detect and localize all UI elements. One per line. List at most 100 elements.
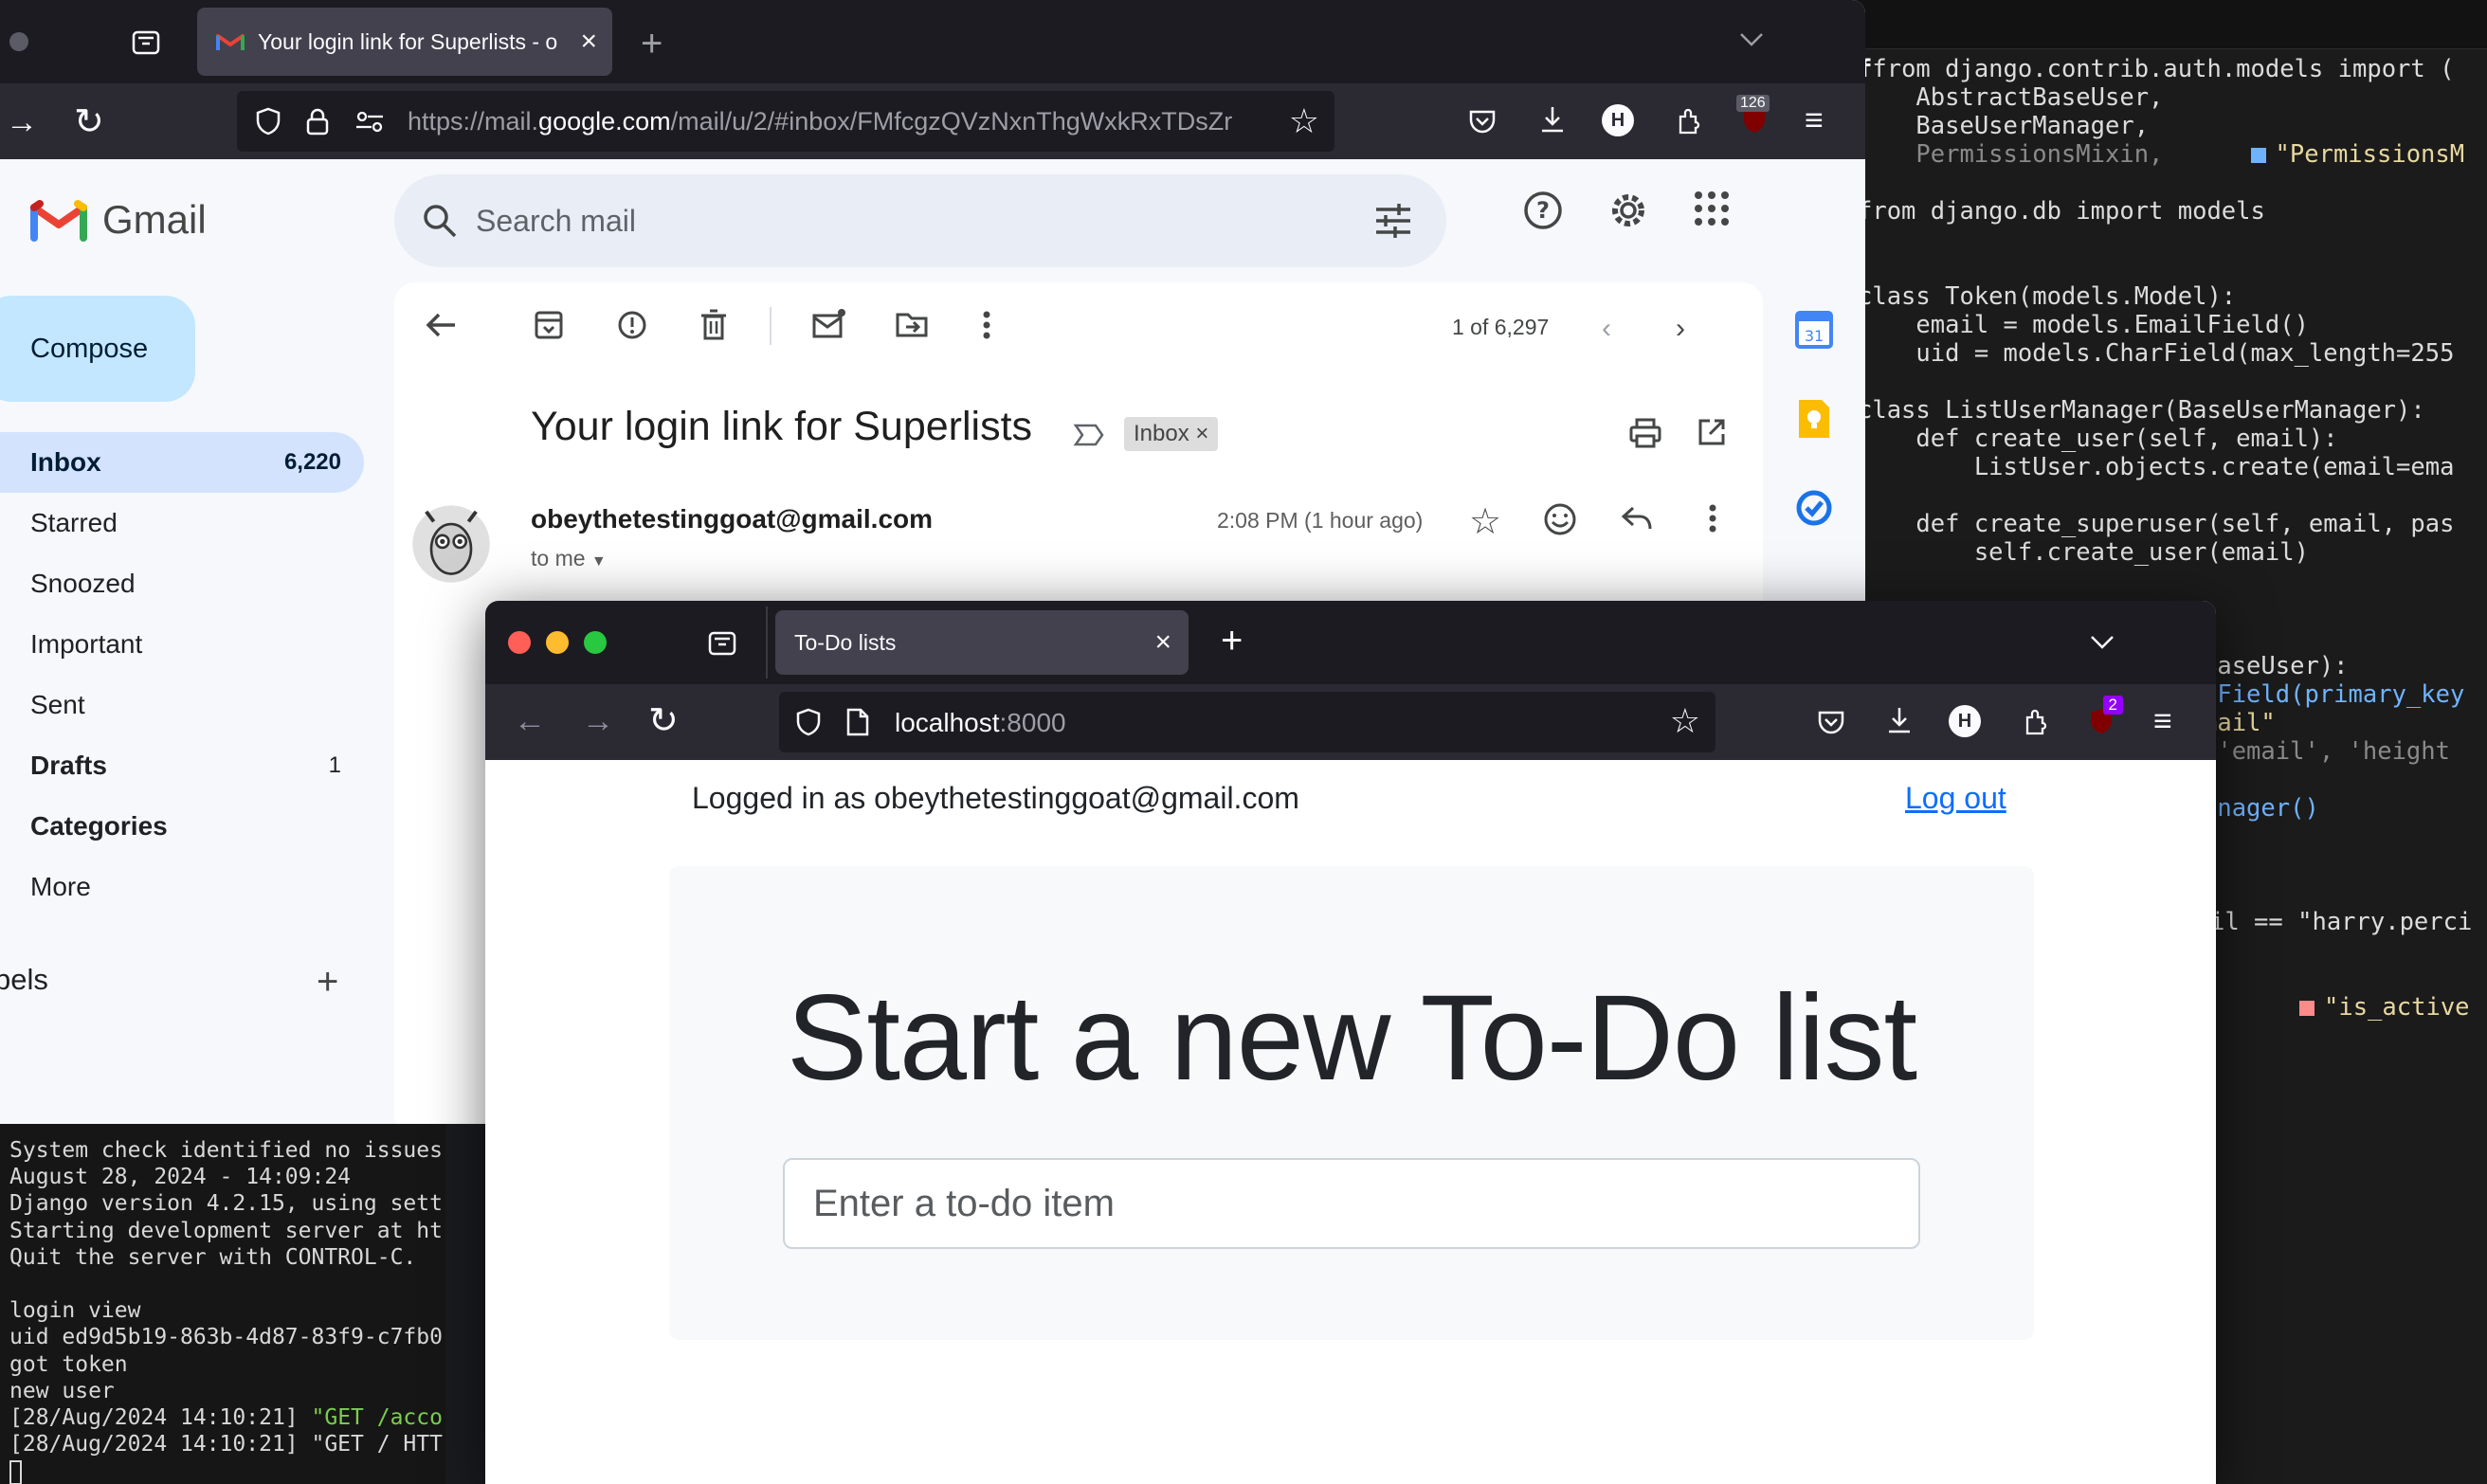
sidebar-item-sent[interactable]: Sent [0,675,364,735]
window-control-icon[interactable] [9,32,28,51]
new-tab-icon[interactable]: + [1221,620,1243,662]
code-line: email = models.EmailField() [1858,311,2309,339]
search-bar[interactable] [394,174,1446,267]
sender-email: obeythetestinggoat@gmail.com [531,504,934,534]
downloads-icon[interactable] [1534,100,1571,138]
apps-grid-icon[interactable] [1693,190,1731,232]
pocket-icon[interactable] [1463,102,1501,140]
search-input[interactable] [476,203,1291,239]
code-content[interactable]: ffrom django.contrib.auth.models import … [1858,55,2464,567]
pocket-icon[interactable] [1812,703,1850,741]
delete-icon[interactable] [699,309,728,341]
compose-button[interactable]: Compose [0,296,195,402]
close-tab-icon[interactable]: × [1154,626,1171,659]
bookmark-star-icon[interactable]: ☆ [1670,701,1700,741]
permissions-icon[interactable] [354,109,385,134]
prev-page-icon[interactable]: ‹ [1602,313,1611,345]
shield-icon[interactable] [794,707,823,737]
settings-gear-icon[interactable] [1607,190,1649,236]
emoji-reaction-icon[interactable] [1543,502,1577,536]
back-arrow-icon[interactable] [425,311,457,339]
sidebar-item-drafts[interactable]: Drafts 1 [0,735,364,796]
ublock-icon[interactable]: 2 [2085,696,2123,737]
sidebar-item-snoozed[interactable]: Snoozed [0,553,364,614]
extensions-icon[interactable] [2017,703,2055,741]
bookmark-star-icon[interactable]: ☆ [1289,101,1319,141]
account-h-icon[interactable]: H [1949,705,1981,737]
logout-link[interactable]: Log out [1905,781,2006,816]
message-more-icon[interactable] [1708,504,1717,533]
tab-gmail[interactable]: Your login link for Superlists - o × [197,8,612,76]
back-icon[interactable]: ← [514,703,546,740]
account-h-icon[interactable]: H [1602,104,1634,136]
ublock-badge: 2 [2102,696,2123,715]
tab-todo-lists[interactable]: To-Do lists × [775,610,1189,675]
code-content-visible-right[interactable]: BaseUser): lField(primary_key mail" ['em… [2203,652,2464,823]
new-tab-icon[interactable]: + [641,23,663,65]
star-icon[interactable]: ☆ [1469,500,1501,543]
importance-marker-icon[interactable] [1073,423,1105,447]
minimize-window-icon[interactable] [546,631,569,654]
calendar-icon[interactable]: 31 [1795,311,1833,349]
list-all-tabs-icon[interactable] [2085,625,2119,660]
search-options-icon[interactable] [1374,204,1412,238]
shield-icon[interactable] [254,106,282,136]
page-icon[interactable] [845,707,870,737]
code-content-visible-right-3[interactable]: "is_active [2299,993,2470,1022]
keep-icon[interactable] [1795,398,1833,440]
forward-icon[interactable]: → [582,703,614,740]
reload-icon[interactable]: ↻ [74,100,104,143]
gmail-logo[interactable]: Gmail [30,197,207,243]
more-vert-icon[interactable] [982,311,991,339]
app-menu-icon[interactable]: ≡ [1805,102,1824,139]
tab-overview-icon[interactable] [705,625,739,660]
sidebar-item-more[interactable]: More [0,857,364,917]
downloads-icon[interactable] [1880,701,1918,739]
forward-icon[interactable]: → [6,104,38,141]
archive-icon[interactable] [533,309,565,341]
close-tab-icon[interactable]: × [580,26,597,58]
terminal-window[interactable]: System check identified no issues August… [0,1122,445,1484]
mark-unread-icon[interactable] [811,307,847,339]
code-line: ffrom django.contrib.auth.models import … [1858,55,2455,83]
code-content-visible-right-2[interactable]: il == "harry.perci [2210,908,2472,936]
sidebar-item-important[interactable]: Important [0,614,364,675]
todo-item-input[interactable] [783,1158,1920,1249]
tasks-icon[interactable] [1795,489,1833,527]
next-page-icon[interactable]: › [1676,313,1685,345]
code-line: def create_user(self, email): [1858,425,2338,453]
new-list-panel: Start a new To-Do list [669,866,2034,1340]
url-bar[interactable]: localhost:8000 ☆ [779,692,1715,752]
url-bar[interactable]: https://mail.google.com/mail/u/2/#inbox/… [237,91,1334,152]
remove-label-icon[interactable]: × [1195,421,1208,446]
extensions-icon[interactable] [1670,102,1708,140]
reply-icon[interactable] [1621,504,1653,533]
maximize-window-icon[interactable] [584,631,607,654]
sidebar-item-categories[interactable]: Categories [0,796,364,857]
sidebar-item-starred[interactable]: Starred [0,493,364,553]
tab-overview-icon[interactable] [129,25,163,59]
support-icon[interactable]: ? [1522,190,1564,236]
search-icon[interactable] [421,202,459,240]
lock-icon[interactable] [305,107,330,136]
code-line: self.create_user(email) [1858,538,2309,567]
sidebar-item-inbox[interactable]: Inbox 6,220 [0,432,364,493]
reload-icon[interactable]: ↻ [648,699,679,742]
move-to-icon[interactable] [895,309,929,339]
print-icon[interactable] [1628,417,1662,449]
email-subject: Your login link for Superlists [531,404,1033,449]
sender-avatar[interactable] [411,504,491,584]
recipients-toggle[interactable]: to me ▼ [531,546,607,571]
inbox-label-chip[interactable]: Inbox × [1124,417,1219,451]
app-menu-icon[interactable]: ≡ [2153,703,2172,740]
close-window-icon[interactable] [508,631,531,654]
logged-in-text: Logged in as obeythetestinggoat@gmail.co… [692,781,1299,815]
url-text[interactable]: localhost:8000 [895,708,1066,738]
url-text[interactable]: https://mail.google.com/mail/u/2/#inbox/… [408,107,1275,136]
list-all-tabs-icon[interactable] [1734,23,1769,57]
ublock-icon[interactable]: 126 [1736,95,1770,136]
open-new-window-icon[interactable] [1697,417,1727,447]
browser-window-todo[interactable]: To-Do lists × + ← → ↻ localhost:8000 ☆ H… [485,601,2216,1484]
report-spam-icon[interactable] [616,309,648,341]
create-label-icon[interactable]: + [317,961,338,1004]
